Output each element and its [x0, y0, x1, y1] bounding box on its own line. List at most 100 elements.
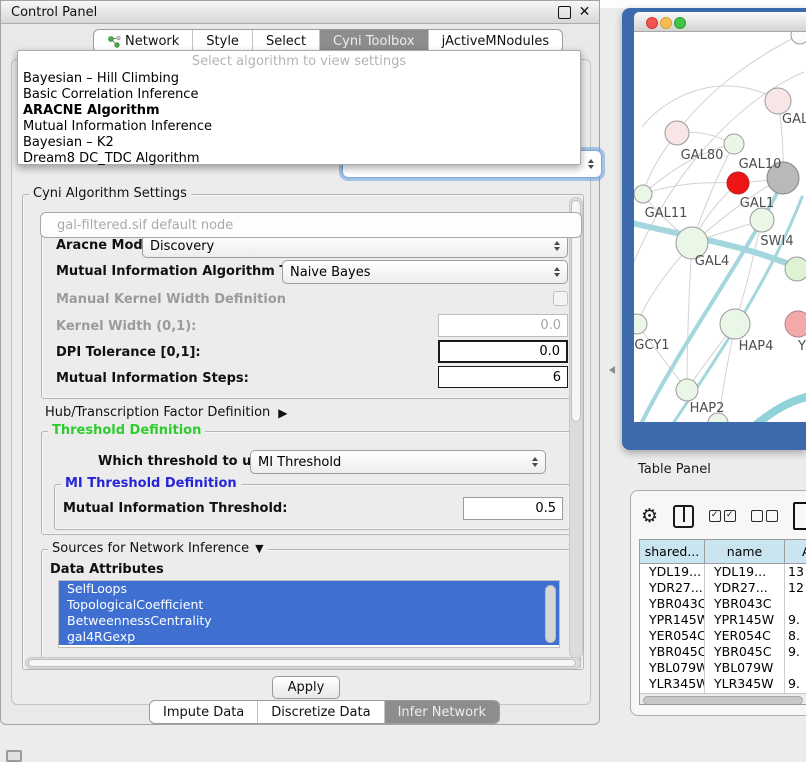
column-divider [784, 564, 785, 705]
table-panel-card: ⚙ ✓ ✓ shared... name A YDL19...YDL19...1… [630, 490, 806, 716]
mi-type-value: Naive Bayes [290, 265, 370, 280]
gear-icon[interactable]: ⚙ [641, 505, 658, 527]
data-attributes-list[interactable]: SelfLoops TopologicalCoefficient Between… [58, 580, 560, 648]
close-traffic-light-icon[interactable] [646, 17, 658, 29]
minimized-panel-icon[interactable] [6, 750, 22, 762]
data-attributes-label: Data Attributes [50, 562, 164, 577]
which-threshold-combobox[interactable]: MI Threshold [250, 450, 546, 474]
select-all-columns-icon[interactable]: ✓ ✓ [709, 510, 736, 522]
table-horizontal-scrollbar[interactable] [640, 693, 806, 705]
mi-threshold-input[interactable] [463, 497, 563, 520]
algorithm-definition-group: Algorithm Definition Aracne Mode: Discov… [41, 221, 581, 399]
tab-style[interactable]: Style [192, 30, 252, 52]
node-label: GAL1 [740, 196, 774, 211]
apply-button[interactable]: Apply [272, 676, 340, 699]
export-table-icon[interactable] [793, 502, 806, 530]
float-window-icon[interactable] [558, 6, 571, 19]
settings-horizontal-scrollbar[interactable] [25, 657, 581, 669]
zoom-traffic-light-icon[interactable] [674, 17, 686, 29]
threshold-definition-group: Threshold Definition Which threshold to … [41, 431, 581, 535]
close-icon[interactable]: ✕ [578, 6, 591, 19]
node-label: GAL11 [645, 206, 688, 221]
node-gal80[interactable] [665, 121, 689, 145]
table-row[interactable]: YER054CYER054C8. [640, 628, 806, 644]
node-gal1[interactable] [750, 208, 774, 232]
column-header-name[interactable]: name [705, 540, 785, 563]
data-table-combobox-value: gal-filtered.sif default node [57, 218, 233, 233]
hub-expander[interactable]: Hub/Transcription Factor Definition ▶ [45, 405, 288, 420]
popup-item-mutual-information[interactable]: Mutual Information Inference [23, 119, 573, 135]
list-item[interactable]: gal4RGexp [59, 629, 559, 645]
tab-network-label: Network [125, 34, 179, 49]
tab-network[interactable]: Network [94, 30, 192, 52]
node-swi4[interactable] [785, 257, 806, 281]
popup-item-basic-correlation[interactable]: Basic Correlation Inference [23, 87, 573, 103]
which-threshold-value: MI Threshold [258, 455, 341, 470]
node-unlabeled-top[interactable] [791, 32, 806, 44]
kernel-width-input [438, 314, 568, 337]
list-item[interactable]: BetweennessCentrality [59, 613, 559, 629]
chevron-down-icon: ▼ [255, 542, 263, 555]
mi-steps-label: Mutual Information Steps: [56, 371, 249, 386]
node-hap2[interactable] [676, 379, 698, 401]
node-red[interactable] [727, 172, 749, 194]
settings-vertical-scrollbar[interactable] [569, 197, 583, 659]
table-row[interactable]: YBR045CYBR045C9. [640, 644, 806, 660]
splitter-collapse-icon[interactable] [609, 366, 615, 374]
table-row[interactable]: YDL19...YDL19...13 [640, 564, 806, 580]
popup-item-bayesian-k2[interactable]: Bayesian – K2 [23, 135, 573, 151]
table-row[interactable]: YBR043CYBR043C [640, 596, 806, 612]
deselect-all-columns-icon[interactable] [751, 510, 778, 522]
tab-cyni-toolbox[interactable]: Cyni Toolbox [319, 30, 428, 52]
node-label: GAL80 [681, 148, 724, 163]
dpi-tolerance-label: DPI Tolerance [0,1]: [56, 345, 201, 360]
manual-kernel-checkbox [553, 291, 568, 306]
control-panel-window: Control Panel ✕ Network Style Select Cyn… [0, 0, 600, 725]
node-gcy1[interactable] [634, 314, 647, 334]
list-item[interactable]: TopologicalCoefficient [59, 597, 559, 613]
popup-item-aracne[interactable]: ARACNE Algorithm [23, 103, 573, 119]
table-row[interactable]: YDR27...YDR27...12 [640, 580, 806, 596]
tab-discretize-data[interactable]: Discretize Data [257, 701, 383, 723]
split-columns-icon[interactable] [673, 505, 694, 528]
table-horizontal-scrollbar-thumb[interactable] [643, 696, 803, 705]
mi-threshold-definition-title: MI Threshold Definition [61, 476, 241, 491]
list-scrollbar[interactable] [545, 585, 556, 643]
table-row[interactable]: YLR345WYLR345W9. [640, 676, 806, 692]
node-gal[interactable] [765, 88, 791, 114]
sources-title: Sources for Network Inference [52, 541, 249, 556]
settings-horizontal-scrollbar-thumb[interactable] [28, 659, 576, 667]
manual-kernel-label: Manual Kernel Width Definition [56, 292, 286, 307]
network-view-window[interactable]: GAL GAL80 GAL10 GAL1 GAL11 SWI4 GAL4 GCY… [622, 8, 806, 450]
tab-select[interactable]: Select [252, 30, 319, 52]
popup-item-dream8[interactable]: Dream8 DC_TDC Algorithm [23, 151, 573, 167]
mi-type-label: Mutual Information Algorithm Type: [56, 264, 319, 279]
tab-impute-data[interactable]: Impute Data [150, 701, 257, 723]
minimize-traffic-light-icon[interactable] [660, 17, 672, 29]
node-label: SWI4 [760, 234, 793, 249]
tab-infer-network[interactable]: Infer Network [384, 701, 499, 723]
mi-threshold-definition-group: MI Threshold Definition Mutual Informati… [54, 484, 570, 530]
sources-expander[interactable]: Sources for Network Inference ▼ [48, 541, 268, 556]
node-gal11[interactable] [634, 185, 652, 203]
combo-arrows-icon [588, 159, 594, 169]
control-panel-titlebar: Control Panel ✕ [1, 1, 599, 24]
combo-arrows-icon [554, 267, 560, 277]
table-row[interactable]: YBL079WYBL079W [640, 660, 806, 676]
mi-steps-input[interactable] [438, 366, 568, 388]
node-gal10[interactable] [724, 134, 744, 154]
table-row[interactable]: YPR145WYPR145W9. [640, 612, 806, 628]
mi-type-combobox[interactable]: Naive Bayes [282, 260, 568, 284]
algorithm-dropdown-popup: Select algorithm to view settings Bayesi… [17, 50, 581, 165]
dpi-tolerance-input[interactable] [438, 340, 568, 363]
node-hap4[interactable] [720, 309, 750, 339]
tab-jactivemnodules[interactable]: jActiveMNodules [428, 30, 563, 52]
data-table-combobox[interactable]: gal-filtered.sif default node [40, 212, 582, 238]
popup-item-bayesian-hill-climbing[interactable]: Bayesian – Hill Climbing [23, 71, 573, 87]
node-salmon[interactable] [785, 311, 806, 337]
list-item[interactable]: SelfLoops [59, 581, 559, 597]
column-header-shared-name[interactable]: shared... [640, 540, 705, 563]
column-header-partial[interactable]: A [785, 540, 806, 563]
network-canvas[interactable]: GAL GAL80 GAL10 GAL1 GAL11 SWI4 GAL4 GCY… [634, 32, 806, 422]
mi-threshold-label: Mutual Information Threshold: [63, 501, 287, 516]
